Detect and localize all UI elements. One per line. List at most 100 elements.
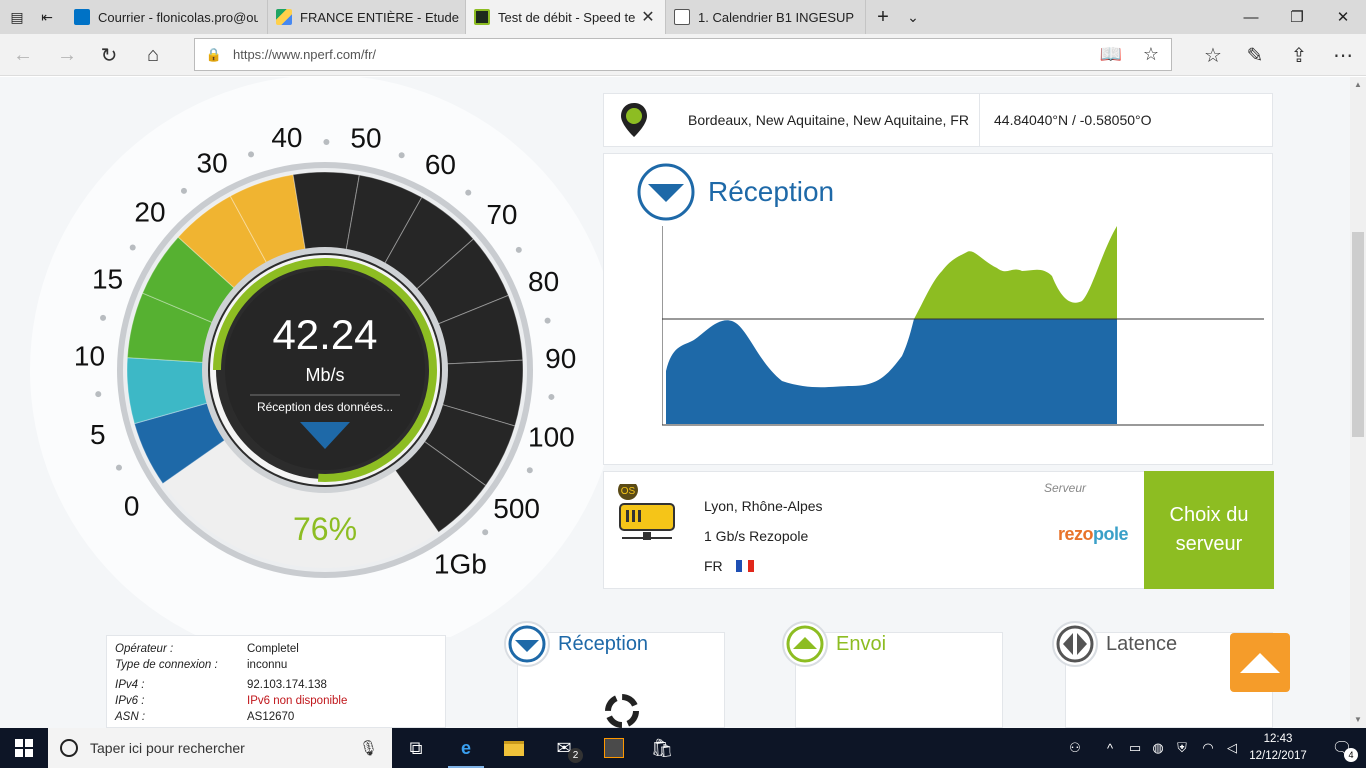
- gauge-scale-label: 80: [528, 266, 559, 297]
- scroll-up-arrow-icon[interactable]: ▲: [1350, 77, 1366, 93]
- tab-manager-icon[interactable]: ▤: [0, 0, 34, 34]
- tab-courrier[interactable]: Courrier - flonicolas.pro@ou: [66, 0, 268, 34]
- minimize-button[interactable]: —: [1228, 0, 1274, 34]
- maximize-button[interactable]: ❐: [1274, 0, 1320, 34]
- tab-calendrier[interactable]: 1. Calendrier B1 INGESUP 2: [666, 0, 866, 34]
- gauge-tick-dot: [526, 467, 533, 474]
- gauge-tick-dot: [95, 391, 102, 398]
- scrollbar-thumb[interactable]: [1352, 232, 1364, 437]
- rezopole-logo: rezopole: [1057, 524, 1129, 544]
- share-icon[interactable]: ⇪: [1282, 39, 1316, 71]
- microphone-icon[interactable]: 🎙: [359, 739, 378, 757]
- set-aside-tabs-icon[interactable]: ⇤: [30, 0, 64, 34]
- tab-preview-chevron-icon[interactable]: ⌄: [896, 0, 930, 34]
- loading-spinner-icon: [605, 694, 639, 728]
- refresh-button[interactable]: ↻: [92, 39, 126, 71]
- web-note-icon[interactable]: ✎: [1238, 39, 1272, 71]
- gauge-scale-label: 0: [124, 490, 140, 521]
- choose-line-2: serveur: [1175, 533, 1243, 555]
- download-circle-icon: [504, 621, 550, 667]
- gauge-tick-dot: [515, 246, 522, 253]
- taskbar-search-box[interactable]: Taper ici pour rechercher 🎙: [48, 728, 392, 768]
- gauge-scale-label: 100: [528, 422, 575, 453]
- tab-title: FRANCE ENTIÈRE - Etude su: [300, 9, 460, 25]
- page-scrollbar[interactable]: ▲ ▼: [1350, 77, 1366, 728]
- favorites-hub-icon[interactable]: ☆: [1196, 39, 1230, 71]
- back-button[interactable]: ←: [6, 39, 40, 71]
- gauge-scale-label: 60: [425, 149, 456, 180]
- more-menu-icon[interactable]: ⋯: [1326, 39, 1360, 71]
- server-label: Serveur: [1043, 481, 1086, 495]
- reception-chart-card: Réception: [603, 153, 1273, 465]
- gauge-tick-dot: [544, 317, 551, 324]
- progress-percent: 76%: [293, 511, 357, 547]
- latency-circle-icon: [1052, 621, 1098, 667]
- choose-line-1: Choix du: [1169, 504, 1249, 526]
- steam-icon[interactable]: ◍: [1146, 728, 1170, 768]
- windows-taskbar: Taper ici pour rechercher 🎙 ⧉ e ✉ 2 🛍 ⚇ ^…: [0, 728, 1366, 768]
- mail-icon[interactable]: ✉ 2: [540, 728, 588, 768]
- gauge-scale-label: 90: [545, 343, 576, 374]
- new-tab-button[interactable]: +: [866, 0, 900, 34]
- reception-tile-header: Réception: [504, 621, 648, 667]
- file-explorer-icon[interactable]: [490, 728, 538, 768]
- upload-circle-icon: [782, 621, 828, 667]
- people-icon[interactable]: ⚇: [1063, 728, 1087, 768]
- clock-date: 12/12/2017: [1249, 750, 1307, 762]
- latency-tile-header: Latence: [1052, 621, 1177, 667]
- address-bar[interactable]: 🔒 https://www.nperf.com/fr/ 📖 ☆: [194, 38, 1172, 71]
- store-icon[interactable]: 🛍: [638, 728, 686, 768]
- scroll-down-arrow-icon[interactable]: ▼: [1350, 712, 1366, 728]
- defender-shield-icon[interactable]: ⛨: [1170, 728, 1194, 768]
- url-text[interactable]: https://www.nperf.com/fr/: [233, 47, 1091, 62]
- navigation-bar: ← → ↻ ⌂ 🔒 https://www.nperf.com/fr/ 📖 ☆ …: [0, 34, 1366, 76]
- close-window-button[interactable]: ✕: [1320, 0, 1366, 34]
- gauge-tick-dot: [180, 187, 187, 194]
- close-tab-icon[interactable]: ✕: [636, 7, 660, 27]
- pdf-icon: [674, 9, 690, 25]
- reading-view-icon[interactable]: 📖: [1091, 44, 1131, 65]
- tab-strip: ▤ ⇤ Courrier - flonicolas.pro@ou FRANCE …: [0, 0, 1366, 34]
- gauge-tick-dot: [398, 152, 405, 159]
- task-view-icon[interactable]: ⧉: [392, 728, 440, 768]
- gauge-scale-label: 40: [271, 122, 302, 153]
- connection-info: Opérateur : Completel Type de connexion :…: [106, 635, 446, 728]
- upload-tile-header: Envoi: [782, 621, 886, 667]
- gauge-tick-dot: [482, 529, 489, 536]
- volume-icon[interactable]: ◁: [1220, 728, 1244, 768]
- home-button[interactable]: ⌂: [136, 39, 170, 71]
- taskbar-clock[interactable]: 12:43 12/12/2017: [1246, 731, 1310, 765]
- tab-speedtest[interactable]: Test de débit - Speed te ✕: [466, 0, 666, 34]
- windows-logo-icon: [15, 739, 33, 757]
- favorite-star-icon[interactable]: ☆: [1131, 44, 1171, 65]
- choose-server-button[interactable]: Choix du serveur: [1144, 471, 1274, 589]
- download-circle-icon: [637, 163, 695, 221]
- edge-browser-icon[interactable]: e: [442, 728, 490, 768]
- nperf-icon: [474, 9, 490, 25]
- start-button[interactable]: [0, 728, 48, 768]
- battery-icon[interactable]: ▭: [1123, 728, 1147, 768]
- show-hidden-icons-chevron[interactable]: ^: [1098, 728, 1122, 768]
- tile-label-reception: Réception: [558, 632, 649, 655]
- gauge-scale-label: 70: [486, 199, 517, 230]
- forward-button[interactable]: →: [50, 39, 84, 71]
- reception-title: Réception: [708, 176, 835, 207]
- gauge-tick-dot: [548, 393, 555, 400]
- mail-badge: 2: [568, 748, 583, 763]
- sublime-text-icon[interactable]: [590, 728, 638, 768]
- tab-title: Courrier - flonicolas.pro@ou: [98, 9, 258, 25]
- outlook-icon: [74, 9, 90, 25]
- speed-unit: Mb/s: [305, 365, 344, 385]
- up-arrow-icon: [1240, 652, 1280, 673]
- speed-gauge: 42.24 Mb/s Réception des données... 76% …: [30, 77, 620, 637]
- scroll-top-button[interactable]: [1230, 633, 1290, 692]
- wifi-icon[interactable]: ◠: [1196, 728, 1220, 768]
- action-center-icon[interactable]: 🗨 4: [1322, 728, 1362, 768]
- gauge-scale-label: 15: [92, 263, 123, 294]
- gauge-scale-label: 500: [493, 493, 540, 524]
- drive-icon: [276, 9, 292, 25]
- server-country: FR: [704, 558, 723, 574]
- server-card: OS Lyon, Rhône-Alpes 1 Gb/s Rezopole FR …: [603, 471, 1145, 589]
- gauge-scale-label: 5: [90, 419, 106, 450]
- tab-france-entiere[interactable]: FRANCE ENTIÈRE - Etude su: [268, 0, 466, 34]
